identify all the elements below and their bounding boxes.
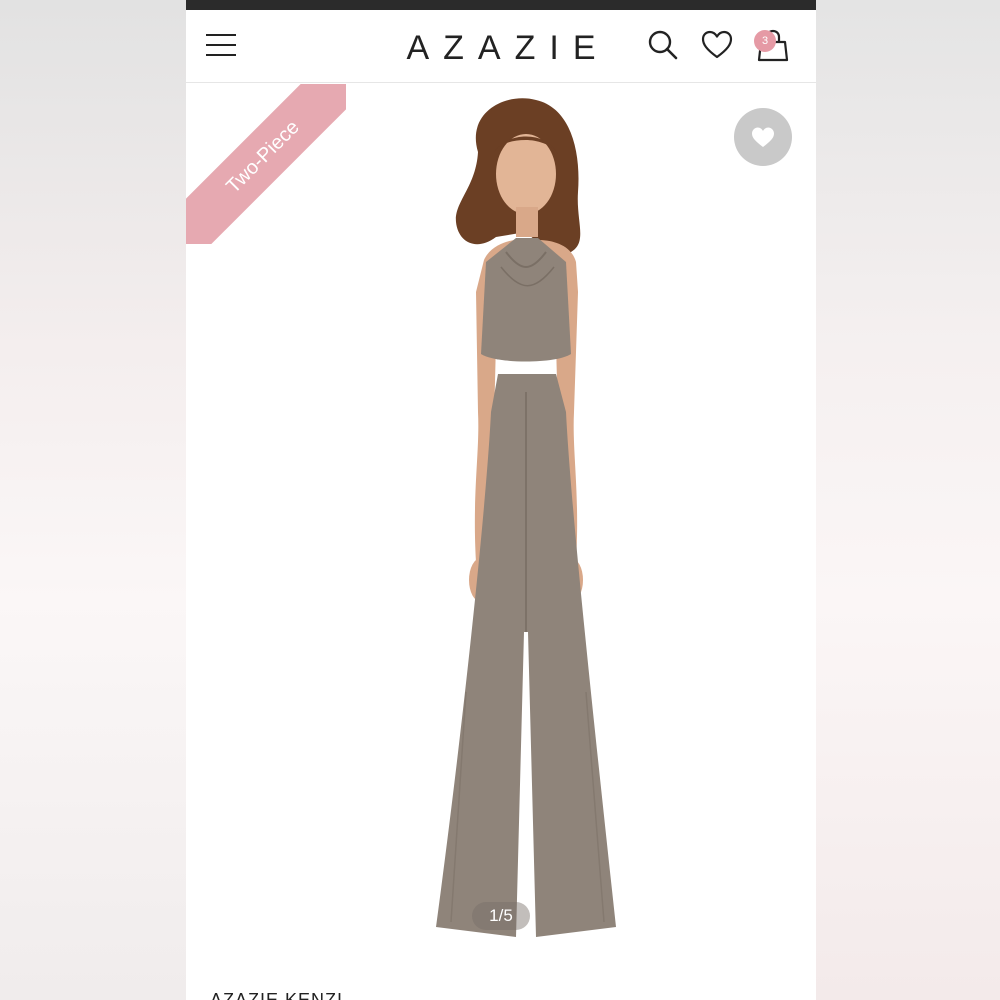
background-right: [816, 0, 1000, 1000]
image-counter: 1/5: [472, 902, 530, 930]
heart-filled-icon: [752, 127, 774, 147]
mobile-page: AZAZIE 3 Two-Piece 1/5 AZAZIE KENZI: [186, 0, 816, 1000]
background-left: [0, 0, 186, 1000]
heart-icon[interactable]: [700, 28, 734, 62]
search-icon[interactable]: [646, 28, 680, 62]
product-image-gallery[interactable]: Two-Piece 1/5: [186, 84, 816, 964]
model-photo: [436, 98, 616, 937]
add-to-wishlist-button[interactable]: [734, 108, 792, 166]
site-header: AZAZIE 3: [186, 10, 816, 83]
two-piece-badge: Two-Piece: [186, 84, 346, 244]
product-name: AZAZIE KENZI: [210, 990, 344, 1000]
cart-count-badge: 3: [754, 30, 776, 52]
status-strip: [186, 0, 816, 10]
badge-ribbon: Two-Piece: [186, 84, 346, 244]
